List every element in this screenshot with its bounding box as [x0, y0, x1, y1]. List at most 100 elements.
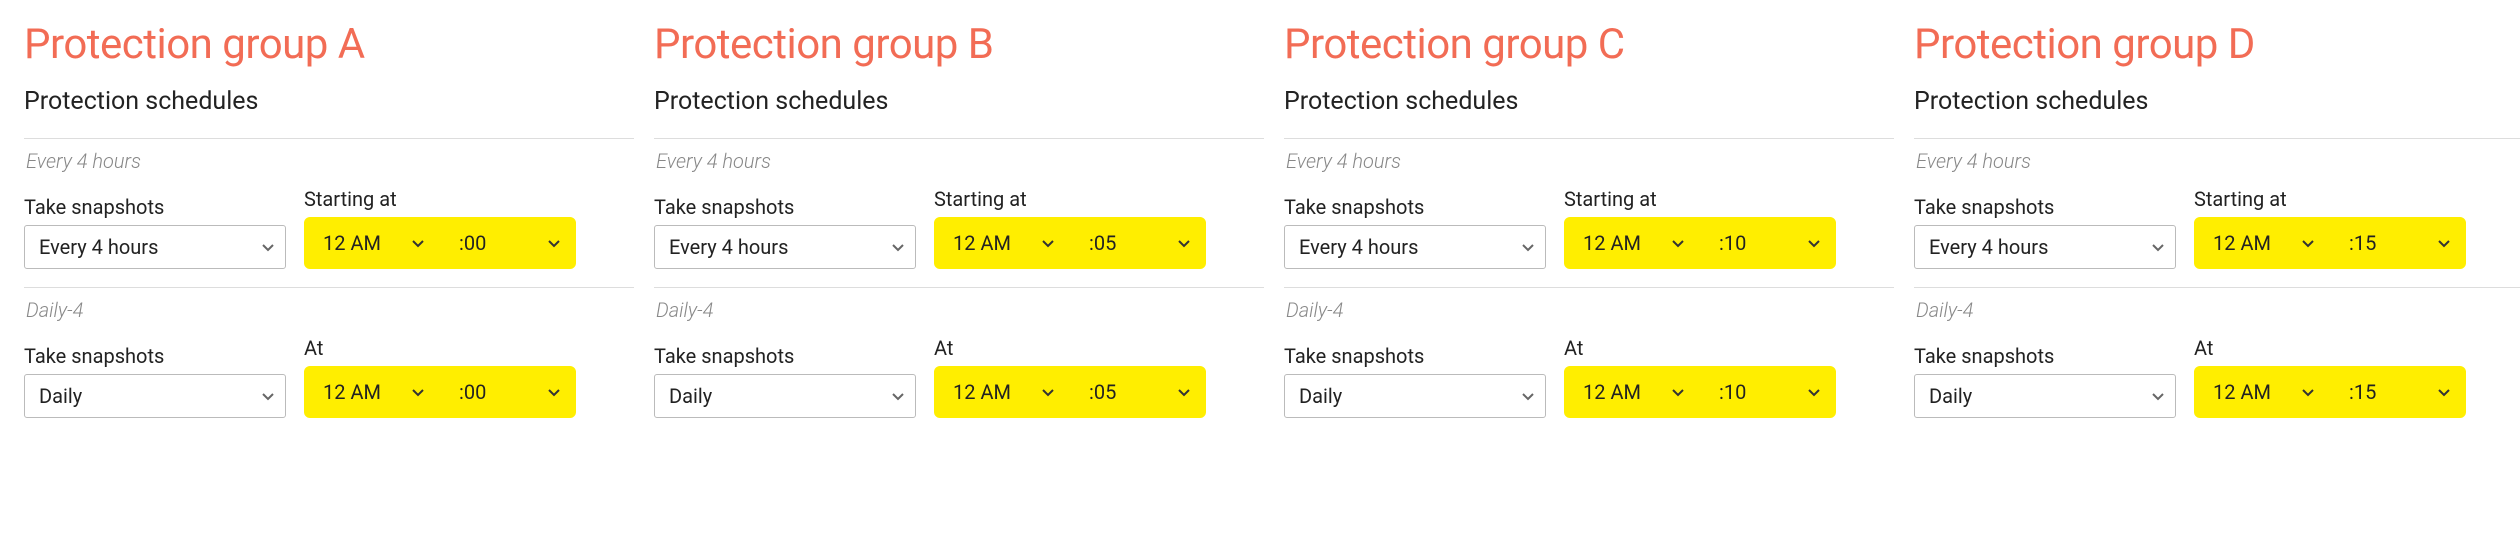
schedule-row: Take snapshotsDaily At 12 AM :00 [24, 336, 634, 418]
chevron-down-icon [2301, 385, 2315, 399]
frequency-select[interactable]: Every 4 hours [654, 225, 916, 269]
hour-value: 12 AM [953, 380, 1011, 404]
time-label: Starting at [1564, 187, 1836, 211]
schedule-block: Daily-4 Take snapshotsDaily At 12 AM :05 [654, 287, 1264, 418]
frequency-select[interactable]: Daily [1914, 374, 2176, 418]
time-highlight: 12 AM :00 [304, 366, 576, 418]
minute-select[interactable]: :10 [1704, 221, 1832, 265]
chevron-down-icon [547, 385, 561, 399]
hour-select[interactable]: 12 AM [938, 221, 1066, 265]
time-label: Starting at [934, 187, 1206, 211]
minute-select[interactable]: :05 [1074, 221, 1202, 265]
hour-select[interactable]: 12 AM [308, 221, 436, 265]
hour-select[interactable]: 12 AM [1568, 221, 1696, 265]
chevron-down-icon [1041, 236, 1055, 250]
take-snapshots-label: Take snapshots [1284, 195, 1546, 219]
time-highlight: 12 AM:00 [304, 217, 576, 269]
frequency-value: Every 4 hours [39, 235, 158, 259]
schedule-name: Every 4 hours [26, 149, 634, 173]
section-heading: Protection schedules [24, 87, 634, 116]
schedule-name: Every 4 hours [656, 149, 1264, 173]
hour-select[interactable]: 12 AM [2198, 370, 2326, 414]
time-field: At 12 AM:15 [2194, 336, 2466, 418]
time-field: Starting at 12 AM:10 [1564, 187, 1836, 269]
time-highlight: 12 AM :15 [2194, 217, 2466, 269]
minute-select[interactable]: :00 [444, 370, 572, 414]
take-snapshots-label: Take snapshots [1914, 344, 2176, 368]
group-title: Protection group D [1914, 20, 2520, 69]
schedule-block: Every 4 hours Take snapshots Every 4 hours… [654, 138, 1264, 269]
chevron-down-icon [2437, 385, 2451, 399]
chevron-down-icon [1041, 385, 1055, 399]
minute-select[interactable]: :05 [1074, 370, 1202, 414]
frequency-select[interactable]: Daily [654, 374, 916, 418]
chevron-down-icon [1177, 236, 1191, 250]
group-title: Protection group C [1284, 20, 1894, 69]
time-field: At12 AM:10 [1564, 336, 1836, 418]
minute-select[interactable]: :10 [1704, 370, 1832, 414]
protection-groups-container: Protection group A Protection schedules Ev… [24, 20, 2496, 418]
schedule-row: Take snapshots Every 4 hours Starting at 12… [1284, 187, 1894, 269]
chevron-down-icon [1671, 236, 1685, 250]
minute-select[interactable]: :15 [2334, 221, 2462, 265]
frequency-field: Take snapshotsEvery 4 hours [1914, 195, 2176, 269]
time-label: Starting at [304, 187, 576, 211]
frequency-select[interactable]: Daily [24, 374, 286, 418]
hour-value: 12 AM [953, 231, 1011, 255]
schedule-name: Every 4 hours [1916, 149, 2520, 173]
hour-select[interactable]: 12 AM [1568, 370, 1696, 414]
take-snapshots-label: Take snapshots [654, 195, 916, 219]
schedule-row: Take snapshotsEvery 4 hours Starting at 12… [24, 187, 634, 269]
schedule-row: Take snapshotsEvery 4 hoursStarting at12… [1914, 187, 2520, 269]
time-label: At [304, 336, 576, 360]
schedule-name: Daily-4 [656, 298, 1264, 322]
minute-value: :05 [1089, 231, 1116, 255]
group-title: Protection group B [654, 20, 1264, 69]
protection-group: Protection group D Protection schedules Ev… [1914, 20, 2520, 418]
time-label: At [2194, 336, 2466, 360]
schedule-block: Daily-4 Take snapshots Daily At 12 AM:15 [1914, 287, 2520, 418]
frequency-select[interactable]: Daily [1284, 374, 1546, 418]
minute-value: :15 [2349, 231, 2376, 255]
frequency-field: Take snapshotsDaily [24, 344, 286, 418]
schedule-row: Take snapshotsDailyAt12 AM:10 [1284, 336, 1894, 418]
hour-select[interactable]: 12 AM [2198, 221, 2326, 265]
frequency-field: Take snapshotsDaily [654, 344, 916, 418]
time-field: At 12 AM :05 [934, 336, 1206, 418]
protection-group: Protection group C Protection schedules Ev… [1284, 20, 1894, 418]
minute-select[interactable]: :00 [444, 221, 572, 265]
group-title: Protection group A [24, 20, 634, 69]
chevron-down-icon [2151, 389, 2165, 403]
schedule-row: Take snapshotsDaily At 12 AM :05 [654, 336, 1264, 418]
hour-select[interactable]: 12 AM [938, 370, 1066, 414]
time-highlight: 12 AM :05 [934, 366, 1206, 418]
chevron-down-icon [2437, 236, 2451, 250]
chevron-down-icon [261, 389, 275, 403]
minute-value: :00 [459, 380, 486, 404]
frequency-field: Take snapshots Daily [1914, 344, 2176, 418]
protection-group: Protection group BProtection schedulesEv… [654, 20, 1264, 418]
chevron-down-icon [411, 236, 425, 250]
frequency-select[interactable]: Every 4 hours [24, 225, 286, 269]
chevron-down-icon [1521, 389, 1535, 403]
section-heading: Protection schedules [1914, 87, 2520, 116]
time-label: At [934, 336, 1206, 360]
chevron-down-icon [1177, 385, 1191, 399]
hour-select[interactable]: 12 AM [308, 370, 436, 414]
chevron-down-icon [891, 240, 905, 254]
minute-value: :10 [1719, 380, 1746, 404]
frequency-value: Daily [669, 384, 712, 408]
schedule-block: Daily-4Take snapshotsDailyAt12 AM:00 [24, 287, 634, 418]
section-heading: Protection schedules [1284, 87, 1894, 116]
frequency-field: Take snapshots Every 4 hours [1284, 195, 1546, 269]
frequency-select[interactable]: Every 4 hours [1284, 225, 1546, 269]
time-field: Starting at 12 AM :05 [934, 187, 1206, 269]
schedule-block: Every 4 hoursTake snapshotsEvery 4 hours… [24, 138, 634, 269]
chevron-down-icon [261, 240, 275, 254]
frequency-value: Every 4 hours [1299, 235, 1418, 259]
minute-select[interactable]: :15 [2334, 370, 2462, 414]
frequency-field: Take snapshotsEvery 4 hours [24, 195, 286, 269]
frequency-select[interactable]: Every 4 hours [1914, 225, 2176, 269]
schedule-row: Take snapshots Daily At 12 AM:15 [1914, 336, 2520, 418]
schedule-name: Daily-4 [1916, 298, 2520, 322]
